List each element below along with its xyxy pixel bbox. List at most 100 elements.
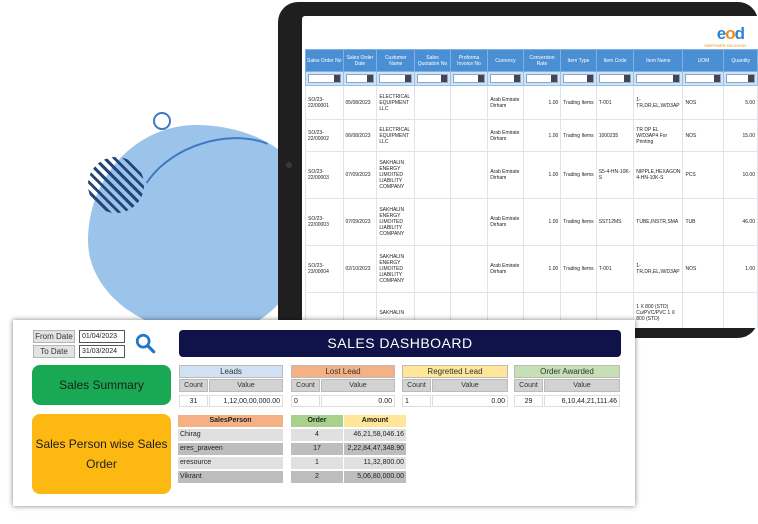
from-date-input[interactable]: 01/04/2023 bbox=[79, 330, 125, 343]
filter-dropdown-icon[interactable] bbox=[551, 75, 558, 82]
amount-header: Amount bbox=[344, 415, 406, 427]
grid-cell: SO/23-23/00004 bbox=[305, 245, 344, 293]
grid-header-row: Sales Order No Sales Order Date Customer N… bbox=[305, 49, 758, 72]
filter-dropdown-icon[interactable] bbox=[714, 75, 721, 82]
salesperson-amount: 46,21,58,046.16 bbox=[344, 429, 406, 441]
order-awarded-count-label: Count bbox=[514, 379, 543, 392]
salesperson-name: Vikrant bbox=[178, 471, 283, 483]
decorative-ring bbox=[153, 112, 171, 130]
salesperson-amount: 11,32,800.00 bbox=[344, 457, 406, 469]
grid-column-header[interactable]: Item Type bbox=[560, 49, 597, 72]
grid-cell: 1.00 bbox=[522, 151, 562, 199]
grid-column-header[interactable]: Item Name bbox=[633, 49, 684, 72]
regretted-lead-count: 1 bbox=[402, 395, 431, 407]
search-icon[interactable] bbox=[134, 332, 156, 354]
sales-order-grid: Sales Order No Sales Order Date Customer N… bbox=[305, 49, 758, 328]
filter-dropdown-icon[interactable] bbox=[367, 75, 374, 82]
grid-cell: TUBE,INSTR,SMA bbox=[633, 198, 684, 246]
grid-cell: Trading Items bbox=[560, 85, 597, 120]
grid-cell: ELECTRICAL EQUIPMENT LLC bbox=[376, 85, 416, 120]
filter-dropdown-icon[interactable] bbox=[478, 75, 485, 82]
grid-filter-input[interactable] bbox=[726, 74, 755, 83]
grid-cell: S5-4-HN-10K-S bbox=[595, 151, 635, 199]
grid-cell: 1.00 bbox=[522, 245, 562, 293]
grid-cell: SST12MS bbox=[595, 198, 635, 246]
filter-dropdown-icon[interactable] bbox=[586, 75, 593, 82]
grid-cell bbox=[414, 245, 451, 293]
grid-cell: SAKHALIN ENERGY LIMOITED LIABILITY COMPA… bbox=[376, 198, 416, 246]
regretted-lead-value: 0.00 bbox=[432, 395, 508, 407]
filter-dropdown-icon[interactable] bbox=[440, 75, 447, 82]
grid-filter-input[interactable] bbox=[379, 74, 413, 83]
tablet-camera bbox=[286, 162, 292, 168]
grid-cell: 02/10/2023 bbox=[342, 245, 378, 293]
to-date-input[interactable]: 31/03/2024 bbox=[79, 345, 125, 358]
grid-cell: SAKHALIN ENERGY LIMOITED LIABILITY COMPA… bbox=[376, 151, 416, 199]
filter-dropdown-icon[interactable] bbox=[624, 75, 631, 82]
grid-cell: Trading Items bbox=[560, 151, 597, 199]
salesperson-name: eresource bbox=[178, 457, 283, 469]
salesperson-amount: 2,22,84,47,348.90 bbox=[344, 443, 406, 455]
grid-cell: NOS bbox=[682, 119, 725, 152]
grid-column-header[interactable]: Currency bbox=[487, 49, 524, 72]
grid-row[interactable]: SO/23-22/00003 07/09/2023 SAKHALIN ENERGY … bbox=[305, 198, 758, 246]
grid-row[interactable]: SO/23-22/00001 05/08/2023 ELECTRICAL EQUIP… bbox=[305, 85, 758, 120]
grid-column-header[interactable]: UOM bbox=[682, 49, 725, 72]
from-date-label: From Date bbox=[33, 330, 75, 343]
grid-filter-input[interactable] bbox=[525, 74, 559, 83]
grid-filter-input[interactable] bbox=[598, 74, 632, 83]
grid-cell: 1-TR,DR,EL,W/D3AP bbox=[633, 85, 684, 120]
grid-filter-cell bbox=[449, 71, 489, 86]
grid-cell: 46.00 bbox=[723, 198, 758, 246]
grid-cell bbox=[682, 292, 725, 328]
grid-filter-input[interactable] bbox=[563, 74, 594, 83]
grid-cell: 5.00 bbox=[723, 85, 758, 120]
grid-cell bbox=[414, 151, 451, 199]
grid-filter-input[interactable] bbox=[417, 74, 448, 83]
grid-cell bbox=[414, 198, 451, 246]
grid-filter-cell bbox=[487, 71, 524, 86]
grid-column-header[interactable]: Sales Order Date bbox=[342, 49, 378, 72]
leads-count: 31 bbox=[179, 395, 208, 407]
grid-cell: Arab Emirate Dirham bbox=[487, 85, 524, 120]
grid-column-header[interactable]: Quantity bbox=[723, 49, 758, 72]
filter-dropdown-icon[interactable] bbox=[405, 75, 412, 82]
grid-cell bbox=[414, 119, 451, 152]
salesperson-order: 1 bbox=[291, 457, 343, 469]
grid-column-header[interactable]: Sales Order No bbox=[305, 49, 344, 72]
grid-cell: 05/08/2023 bbox=[342, 85, 378, 120]
salesperson-amount: 5,06,80,000.00 bbox=[344, 471, 406, 483]
filter-dropdown-icon[interactable] bbox=[333, 75, 340, 82]
grid-row[interactable]: SO/23-22/00002 06/08/2023 ELECTRICAL EQUIP… bbox=[305, 119, 758, 152]
leads-header: Leads bbox=[179, 365, 283, 378]
filter-dropdown-icon[interactable] bbox=[673, 75, 680, 82]
grid-column-header[interactable]: Proforma Invoice No bbox=[449, 49, 489, 72]
grid-cell: T-001 bbox=[595, 245, 635, 293]
grid-cell: SO/23-22/00003 bbox=[305, 198, 344, 246]
grid-column-header[interactable]: Item Code bbox=[595, 49, 635, 72]
grid-filter-input[interactable] bbox=[685, 74, 722, 83]
grid-column-header[interactable]: Sales Quotation No bbox=[414, 49, 451, 72]
grid-row[interactable]: SO/23-22/00003 07/09/2023 SAKHALIN ENERGY … bbox=[305, 151, 758, 199]
tablet-device: eod EMPOWER DECISION Sales Order No Sales… bbox=[278, 2, 758, 338]
filter-dropdown-icon[interactable] bbox=[748, 75, 754, 82]
to-date-label: To Date bbox=[33, 345, 75, 358]
grid-cell: 15.00 bbox=[723, 119, 758, 152]
grid-cell: 07/09/2023 bbox=[342, 198, 378, 246]
grid-row[interactable]: SO/23-23/00004 02/10/2023 SAKHALIN ENERGY … bbox=[305, 245, 758, 293]
grid-cell: SO/23-22/00003 bbox=[305, 151, 344, 199]
grid-cell: 1-TR,DR,EL,W/D3AP bbox=[633, 245, 684, 293]
grid-column-header[interactable]: Customer Name bbox=[376, 49, 416, 72]
grid-filter-input[interactable] bbox=[490, 74, 521, 83]
grid-filter-input[interactable] bbox=[308, 74, 341, 83]
grid-column-header[interactable]: Conversion Rate bbox=[522, 49, 562, 72]
salesperson-name: Chirag bbox=[178, 429, 283, 441]
sales-person-wise-button[interactable]: Sales Person wise Sales Order bbox=[32, 414, 171, 494]
lost-lead-value: 0.00 bbox=[321, 395, 395, 407]
sales-summary-button[interactable]: Sales Summary bbox=[32, 365, 171, 405]
grid-filter-input[interactable] bbox=[636, 74, 681, 83]
filter-dropdown-icon[interactable] bbox=[513, 75, 520, 82]
grid-filter-input[interactable] bbox=[345, 74, 375, 83]
grid-filter-input[interactable] bbox=[452, 74, 486, 83]
sales-dashboard-panel: From Date 01/04/2023 To Date 31/03/2024 … bbox=[13, 320, 635, 506]
